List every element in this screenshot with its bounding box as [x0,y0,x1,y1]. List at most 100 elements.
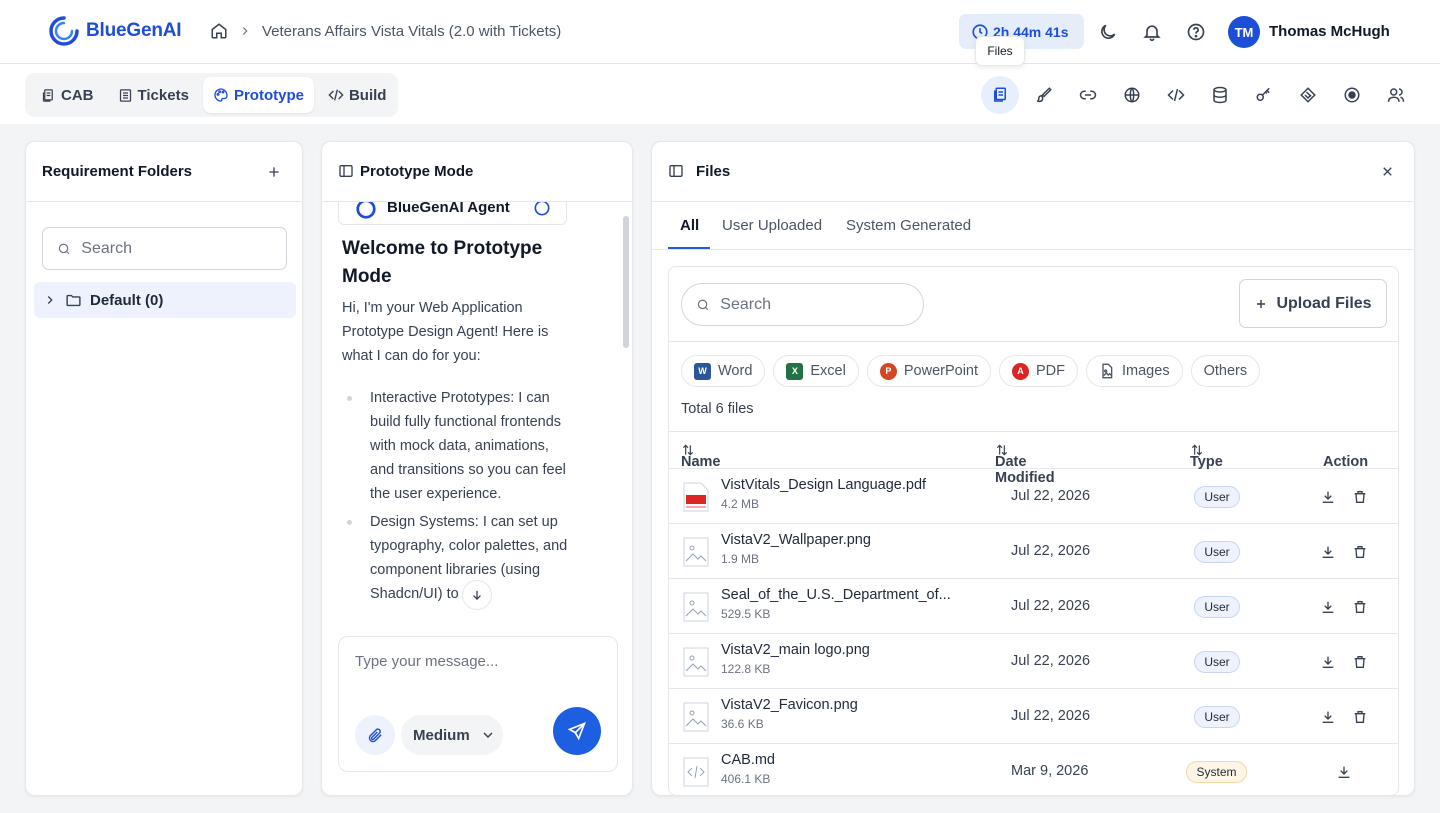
link-tool-button[interactable] [1069,76,1107,114]
filter-powerpoint[interactable]: P PowerPoint [866,355,992,387]
close-icon[interactable] [1380,164,1395,179]
tab-build[interactable]: Build [318,77,397,113]
file-size: 529.5 KB [721,607,771,621]
word-icon: W [694,362,711,380]
agent-card: BlueGenAI Agent [338,202,567,225]
welcome-intro: Hi, I'm your Web Application Prototype D… [342,300,549,364]
table-row[interactable]: VistaV2_Wallpaper.png 1.9 MB Jul 22, 202… [669,524,1398,579]
tab-all[interactable]: All [680,217,699,234]
tab-cab[interactable]: CAB [31,77,104,113]
globe-icon [1124,87,1140,103]
home-icon[interactable] [210,22,228,40]
download-button[interactable] [1318,597,1338,617]
layers-tool-button[interactable] [1289,76,1327,114]
file-name[interactable]: VistaV2_main logo.png [721,642,870,658]
file-name[interactable]: VistVitals_Design Language.pdf [721,477,926,493]
download-button[interactable] [1318,707,1338,727]
file-name[interactable]: Seal_of_the_U.S._Department_of... [721,587,951,603]
arrow-down-icon [473,590,481,600]
tab-user-uploaded[interactable]: User Uploaded [722,217,822,234]
chat-messages[interactable]: BlueGenAI Agent Welcome to Prototype Mod… [322,202,632,632]
bell-icon[interactable] [1142,22,1162,42]
code-icon [1167,88,1185,102]
delete-button[interactable] [1350,652,1370,672]
table-row[interactable]: VistaV2_Favicon.png 36.6 KB Jul 22, 2026… [669,689,1398,744]
folder-item-default[interactable]: Default (0) [34,282,296,318]
upload-files-button[interactable]: Upload Files [1239,279,1387,328]
column-date-modified[interactable]: Date Modified [995,443,1055,486]
column-type[interactable]: Type [1190,443,1223,470]
message-input[interactable] [355,653,605,683]
model-select[interactable]: Medium [401,715,503,755]
files-search[interactable] [681,283,924,326]
file-size: 122.8 KB [721,662,771,676]
brush-tool-button[interactable] [1025,76,1063,114]
filter-others[interactable]: Others [1190,355,1261,387]
type-badge: User [1194,486,1240,508]
download-button[interactable] [1334,762,1354,782]
download-button[interactable] [1318,487,1338,507]
prototype-chat-panel: Prototype Mode BlueGenAI Agent Welcome t… [321,141,633,796]
trash-icon [1354,711,1366,723]
download-button[interactable] [1318,542,1338,562]
column-name[interactable]: Name [681,443,721,470]
message-composer: Medium [338,636,618,772]
avatar[interactable]: TM [1228,16,1260,48]
delete-button[interactable] [1350,707,1370,727]
folder-search-input[interactable] [81,239,286,258]
moon-icon[interactable] [1098,22,1118,42]
file-name[interactable]: CAB.md [721,752,775,768]
key-tool-button[interactable] [1245,76,1283,114]
file-date: Jul 22, 2026 [1011,653,1091,669]
table-row[interactable]: CAB.md 406.1 KB Mar 9, 2026 System [669,744,1398,795]
delete-button[interactable] [1350,597,1370,617]
brush-icon [1036,87,1052,103]
table-row[interactable]: VistaV2_main logo.png 122.8 KB Jul 22, 2… [669,634,1398,689]
file-name[interactable]: VistaV2_Favicon.png [721,697,858,713]
agent-logo-icon [356,202,376,219]
delete-button[interactable] [1350,542,1370,562]
globe-tool-button[interactable] [1113,76,1151,114]
tab-label: Build [348,86,387,104]
file-name[interactable]: VistaV2_Wallpaper.png [721,532,871,548]
breadcrumb-project[interactable]: Veterans Affairs Vista Vitals (2.0 with … [262,23,561,40]
filter-pdf[interactable]: A PDF [999,355,1079,387]
panel-title: Files [696,163,731,180]
tab-prototype[interactable]: Prototype [202,77,314,113]
files-tool-button[interactable] [981,76,1019,114]
tab-system-generated[interactable]: System Generated [846,217,971,234]
database-tool-button[interactable] [1201,76,1239,114]
help-icon[interactable] [1186,22,1206,42]
delete-button[interactable] [1350,487,1370,507]
chevron-right-icon[interactable] [43,293,57,307]
table-row[interactable]: VistVitals_Design Language.pdf 4.2 MB Ju… [669,469,1398,524]
send-button[interactable] [553,707,601,755]
scroll-to-bottom-button[interactable] [462,580,492,610]
add-folder-icon[interactable] [266,164,282,180]
folder-search[interactable] [42,227,287,270]
paperclip-icon [368,728,382,742]
chat-scrollbar[interactable] [623,216,629,348]
files-search-input[interactable] [720,295,923,314]
trash-icon [1354,601,1366,613]
panel-header: Prototype Mode [322,142,632,202]
code-tool-button[interactable] [1157,76,1195,114]
sidebar-toggle-icon[interactable] [668,163,684,179]
brand-logo[interactable]: BlueGenAI [48,15,182,47]
folder-label: Default (0) [90,291,164,309]
tab-tickets[interactable]: Tickets [108,77,199,113]
file-date: Jul 22, 2026 [1011,488,1091,504]
record-tool-button[interactable] [1333,76,1371,114]
files-panel: Files All User Uploaded System Generated… [651,141,1415,796]
user-name[interactable]: Thomas McHugh [1269,23,1390,40]
sidebar-toggle-icon[interactable] [338,163,354,179]
file-date: Jul 22, 2026 [1011,543,1091,559]
users-tool-button[interactable] [1377,76,1415,114]
table-row[interactable]: Seal_of_the_U.S._Department_of... 529.5 … [669,579,1398,634]
filter-word[interactable]: W Word [681,355,766,387]
download-button[interactable] [1318,652,1338,672]
filter-images[interactable]: Images [1086,355,1183,387]
type-badge: System [1186,761,1247,783]
filter-excel[interactable]: X Excel [773,355,859,387]
attach-button[interactable] [355,715,395,755]
